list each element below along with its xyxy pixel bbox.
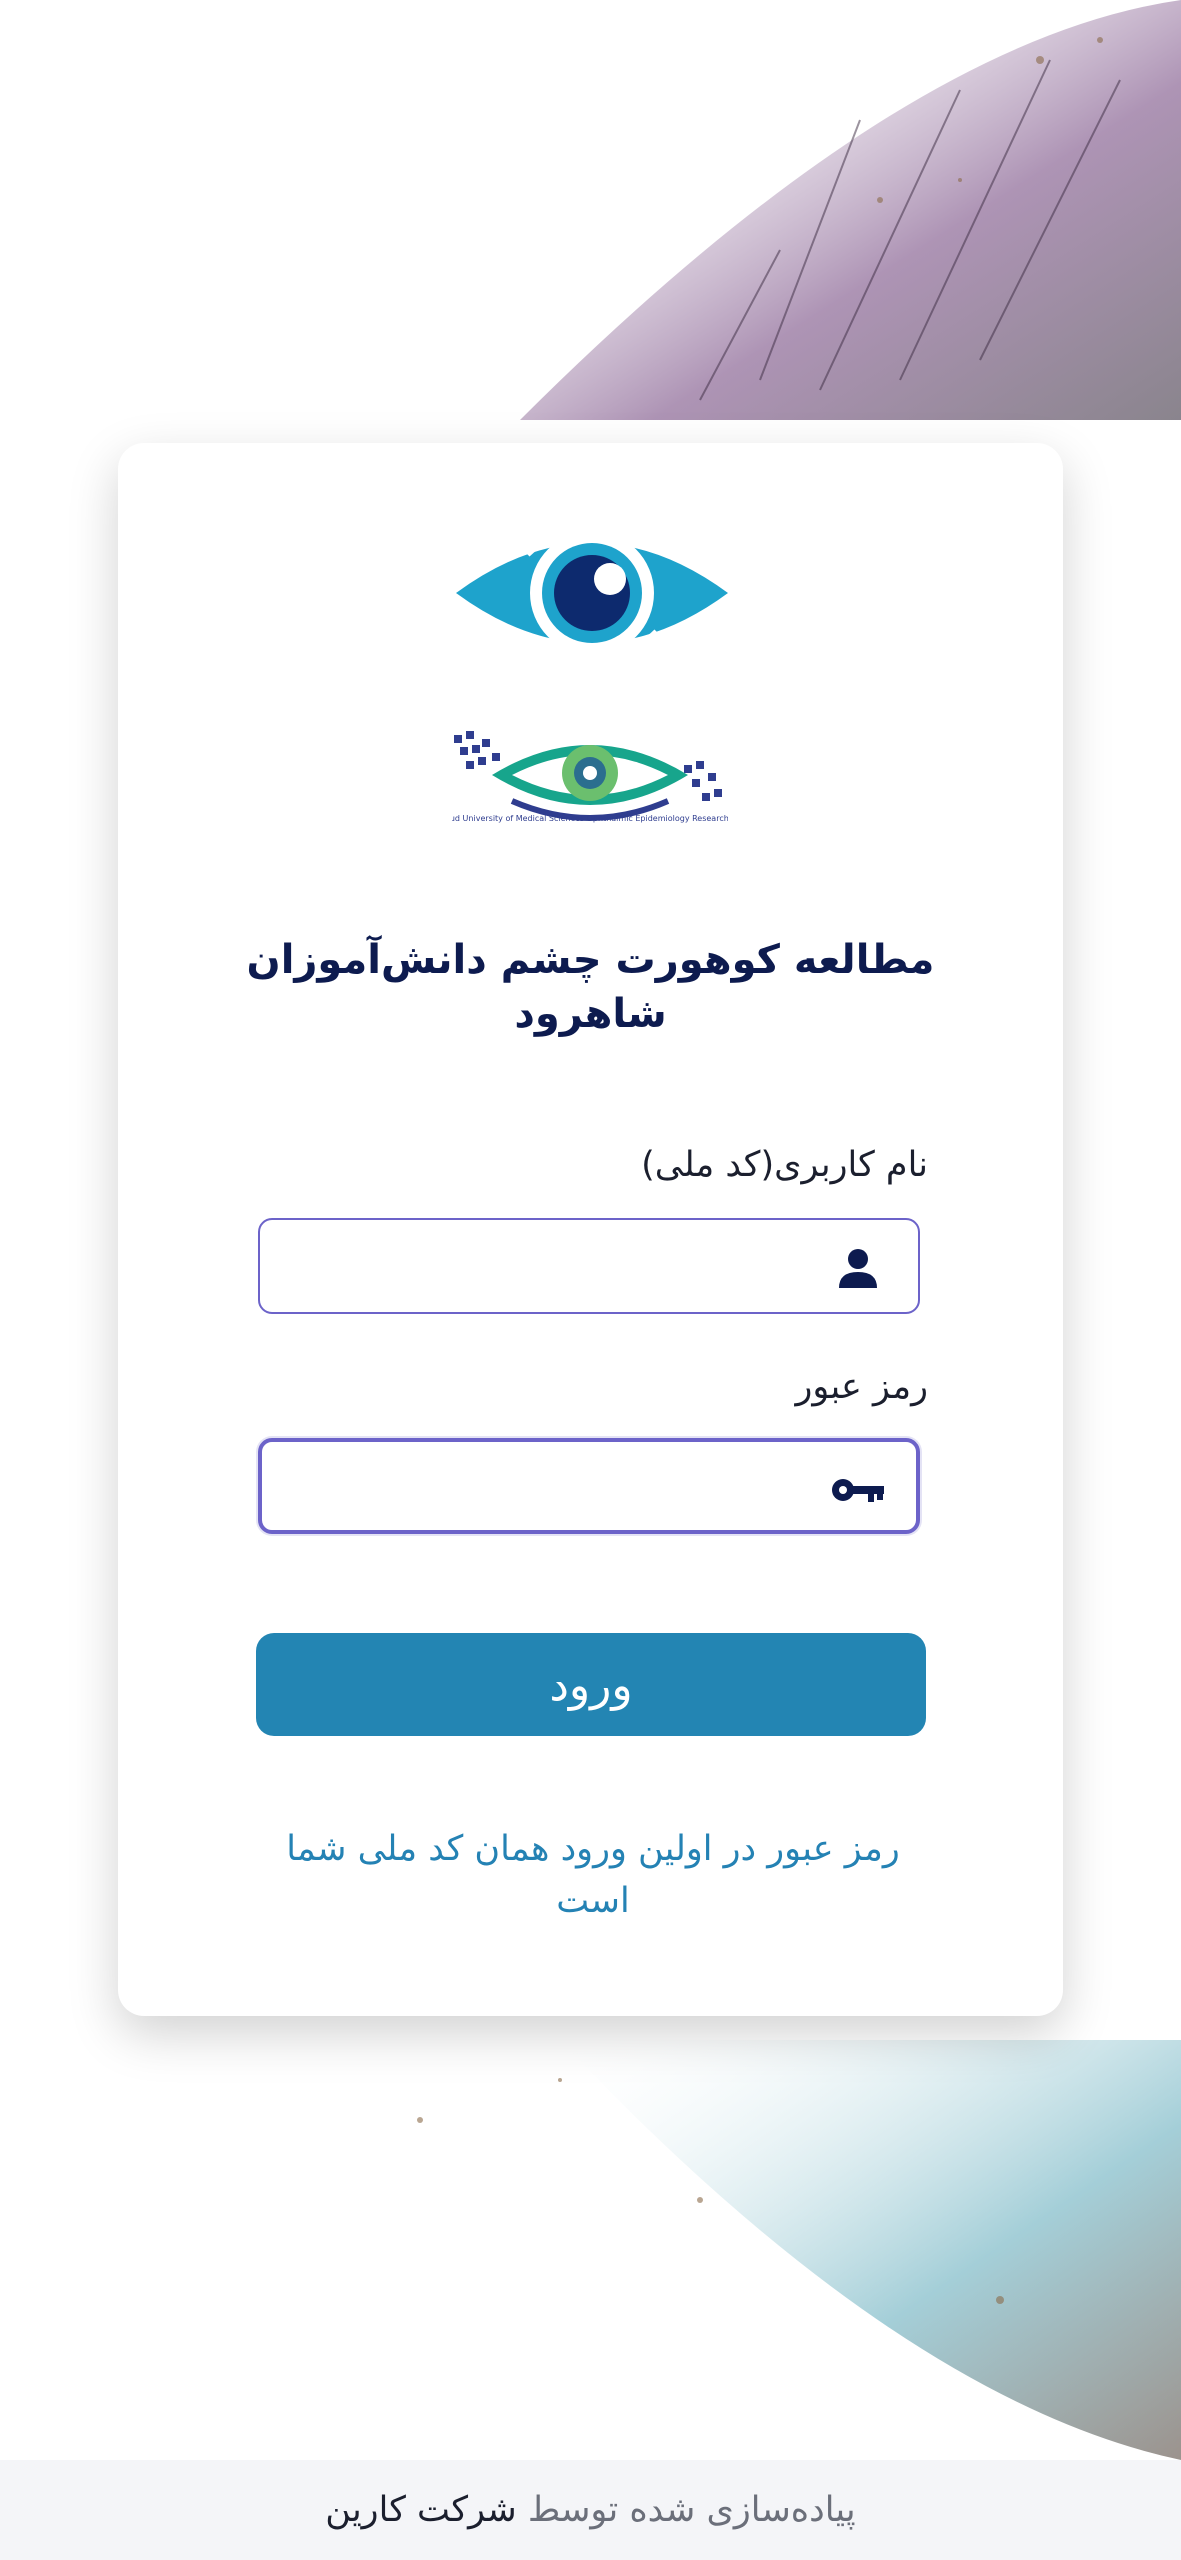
research-center-logo: Shahroud University of Medical Sciences … [422,705,759,845]
login-button[interactable]: ورود [256,1633,926,1736]
username-field[interactable] [258,1218,920,1314]
research-center-logo-text: Shahroud University of Medical Sciences … [452,814,728,823]
footer: پیاده‌سازی شده توسط شرکت کارین [0,2460,1181,2560]
footer-prefix: پیاده‌سازی شده توسط [527,2490,856,2530]
password-label: رمز عبور [795,1367,928,1407]
login-card: Shahroud University of Medical Sciences … [118,443,1063,2016]
password-hint: رمز عبور در اولین ورود همان کد ملی شما ا… [286,1829,900,1921]
password-input[interactable] [282,1458,836,1520]
password-field[interactable] [258,1438,920,1534]
username-label: نام کاربری(کد ملی) [641,1145,928,1185]
user-icon [836,1246,880,1290]
footer-company-link[interactable]: شرکت کارین [325,2490,516,2530]
key-icon [832,1468,884,1512]
eye-logo [456,513,728,673]
page-title: مطالعه کوهورت چشم دانش‌آموزان شاهرود [246,937,935,1037]
username-input[interactable] [280,1236,838,1298]
